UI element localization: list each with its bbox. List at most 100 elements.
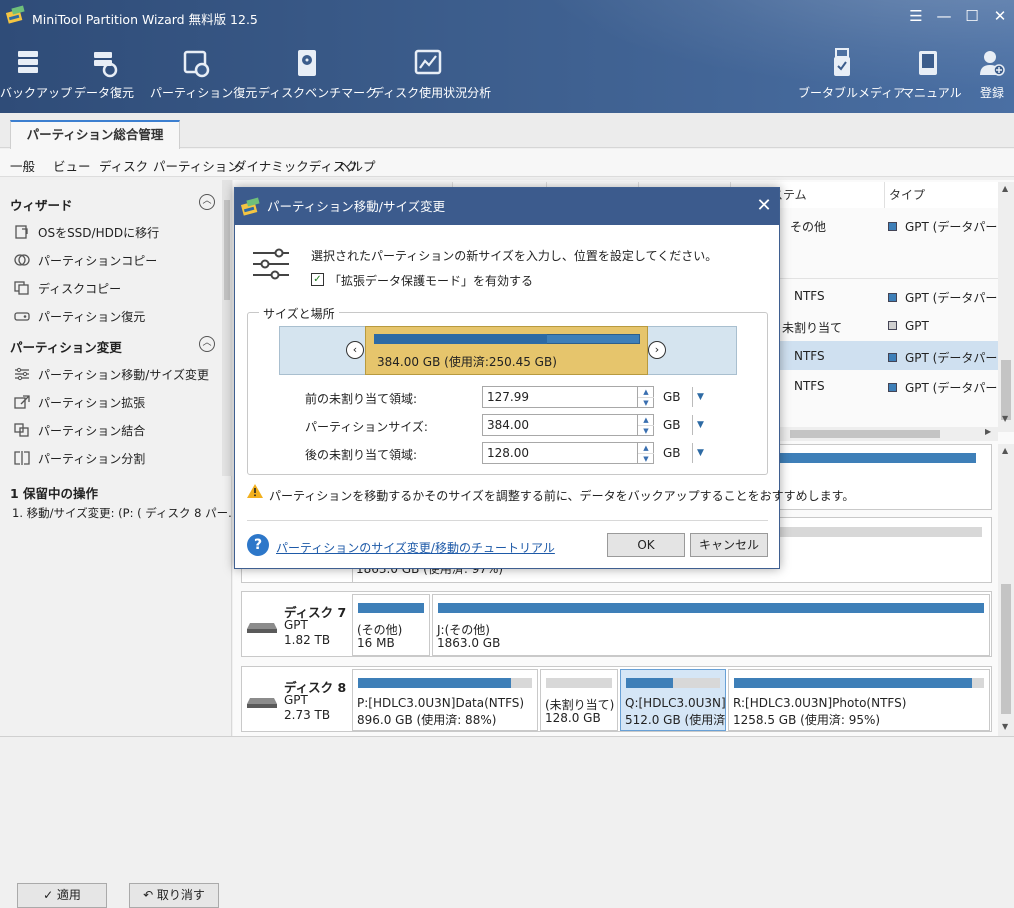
- after-unallocated-stepper[interactable]: ▲ ▼: [638, 442, 654, 464]
- undo-button[interactable]: ↶ 取り消す: [129, 883, 219, 908]
- sidebar-wizard-heading: ウィザード: [10, 198, 73, 213]
- partition-size-used-label: 384.00 GB (使用済:250.45 GB): [377, 355, 557, 369]
- toolbar-data-recovery-button[interactable]: データ復元: [73, 48, 135, 110]
- table-horizontal-scrollbar[interactable]: ▶: [780, 427, 998, 441]
- partition-size: 512.0 GB (使用済: 4: [625, 713, 726, 727]
- app-logo-icon: [6, 5, 25, 24]
- minimize-icon[interactable]: —: [934, 6, 954, 26]
- tab-partition-management[interactable]: パーティション総合管理: [10, 120, 180, 149]
- partition-size-stepper[interactable]: ▲ ▼: [638, 414, 654, 436]
- partition-block[interactable]: P:[HDLC3.0U3N]Data(NTFS) 896.0 GB (使用済: …: [352, 669, 538, 731]
- help-icon[interactable]: ?: [247, 534, 269, 556]
- pending-operation-item[interactable]: 1. 移動/サイズ変更: (P: ( ディスク 8 パー...: [12, 505, 239, 521]
- toolbar-bootable-media-button[interactable]: ブータブルメディア: [798, 48, 905, 110]
- disk-row-disk7[interactable]: ディスク 7 GPT 1.82 TB (その他) 16 MB J:(その他) 1…: [241, 591, 992, 657]
- before-unallocated-input[interactable]: 127.99: [482, 386, 638, 408]
- disk-icon: [247, 698, 277, 708]
- type-swatch: [888, 293, 897, 302]
- protection-mode-label[interactable]: 「拡張データ保護モード」を有効する: [329, 272, 533, 289]
- table-row-type[interactable]: GPT (データパーティ: [888, 218, 1014, 235]
- split-partition-icon: [14, 451, 30, 465]
- table-vertical-scrollbar[interactable]: ▲ ▼: [998, 182, 1014, 432]
- partition-block[interactable]: (その他) 16 MB: [352, 594, 430, 656]
- menu-partition[interactable]: パーティション: [153, 156, 240, 175]
- table-row-type[interactable]: GPT: [888, 319, 929, 333]
- sidebar-scrollbar[interactable]: [222, 180, 232, 476]
- table-row-type[interactable]: GPT (データパーティ: [888, 349, 1014, 366]
- toolbar-manual-button[interactable]: マニュアル: [902, 48, 962, 110]
- before-unallocated-label: 前の未割り当て領域:: [305, 392, 418, 406]
- disk-type: GPT: [284, 693, 308, 707]
- resize-right-handle-icon[interactable]: ›: [648, 341, 666, 359]
- before-unit-dropdown-icon[interactable]: ▼: [697, 392, 704, 402]
- sidebar-item-split[interactable]: パーティション分割: [14, 450, 145, 467]
- protection-mode-checkbox[interactable]: ✓: [311, 273, 324, 286]
- partition-block[interactable]: R:[HDLC3.0U3N]Photo(NTFS) 1258.5 GB (使用済…: [728, 669, 990, 731]
- space-analyzer-icon: [414, 49, 442, 75]
- partition-used-bar: [374, 334, 547, 344]
- partition-block-selected[interactable]: Q:[HDLC3.0U3N]D 512.0 GB (使用済: 4: [620, 669, 726, 731]
- apply-button[interactable]: ✓ 適用: [17, 883, 107, 908]
- size-unit-label: GB: [663, 418, 681, 432]
- column-header-type[interactable]: タイプ: [884, 182, 998, 208]
- collapse-wizard-icon[interactable]: ︿: [199, 194, 215, 210]
- toolbar-disk-benchmark-button[interactable]: ディスクベンチマーク: [258, 48, 377, 110]
- cancel-button[interactable]: キャンセル: [690, 533, 768, 557]
- sidebar-item-copy-partition[interactable]: パーティションコピー: [14, 252, 157, 269]
- menu-help[interactable]: ヘルプ: [338, 156, 376, 175]
- partition-size: 128.0 GB: [545, 711, 601, 725]
- migrate-os-icon: [15, 225, 28, 239]
- disk-map-scrollbar[interactable]: ▲ ▼: [998, 444, 1014, 736]
- after-unit-dropdown-icon[interactable]: ▼: [697, 448, 704, 458]
- collapse-change-icon[interactable]: ︿: [199, 336, 215, 352]
- table-row-type[interactable]: GPT (データパーティ: [888, 289, 1014, 306]
- resize-left-handle-icon[interactable]: ‹: [346, 341, 364, 359]
- status-bar: [0, 736, 1014, 762]
- menu-icon[interactable]: ☰: [906, 6, 926, 26]
- size-location-label: サイズと場所: [259, 305, 339, 322]
- partition-size: 16 MB: [357, 636, 395, 650]
- before-unallocated-stepper[interactable]: ▲ ▼: [638, 386, 654, 408]
- partition-label: Q:[HDLC3.0U3N]D: [625, 696, 726, 710]
- toolbar-register-button[interactable]: 登録: [972, 48, 1012, 110]
- sidebar-item-extend[interactable]: パーティション拡張: [14, 394, 145, 411]
- menu-general[interactable]: 一般: [10, 156, 35, 175]
- after-unit-label: GB: [663, 446, 681, 460]
- tutorial-link[interactable]: パーティションのサイズ変更/移動のチュートリアル: [276, 539, 555, 556]
- toolbar-space-analyzer-button[interactable]: ディスク使用状況分析: [372, 48, 491, 110]
- partition-size-label: パーティションサイズ:: [305, 420, 428, 434]
- table-row-fs: NTFS: [794, 349, 825, 363]
- size-unit-dropdown-icon[interactable]: ▼: [697, 420, 704, 430]
- partition-recovery-icon: [183, 50, 210, 78]
- after-unallocated-input[interactable]: 128.00: [482, 442, 638, 464]
- maximize-icon[interactable]: ☐: [962, 6, 982, 26]
- toolbar-partition-recovery-button[interactable]: パーティション復元: [150, 48, 257, 110]
- move-resize-icon: [15, 367, 29, 381]
- type-swatch: [888, 222, 897, 231]
- sidebar-item-migrate-os[interactable]: OSをSSD/HDDに移行: [14, 224, 159, 241]
- partition-block[interactable]: J:(その他) 1863.0 GB: [432, 594, 990, 656]
- dialog-instruction: 選択されたパーティションの新サイズを入力し、位置を設定してください。: [311, 249, 718, 263]
- sidebar-item-partition-recovery[interactable]: パーティション復元: [14, 308, 145, 325]
- disk-row-disk8[interactable]: ディスク 8 GPT 2.73 TB P:[HDLC3.0U3N]Data(NT…: [241, 666, 992, 732]
- menu-disk[interactable]: ディスク: [99, 156, 148, 175]
- backup-icon: [18, 51, 38, 73]
- disk-benchmark-icon: [298, 50, 316, 76]
- ok-button[interactable]: OK: [607, 533, 685, 557]
- sidebar-item-merge[interactable]: パーティション結合: [14, 422, 145, 439]
- toolbar-backup-button[interactable]: バックアップ: [0, 48, 72, 110]
- menu-view[interactable]: ビュー: [53, 156, 91, 175]
- partition-size-input[interactable]: 384.00: [482, 414, 638, 436]
- disk-size: 1.82 TB: [284, 633, 331, 647]
- table-row-fs: その他: [790, 220, 827, 234]
- copy-partition-icon: [14, 254, 30, 266]
- dialog-title: パーティション移動/サイズ変更: [235, 188, 779, 225]
- table-row-type[interactable]: GPT (データパーティ: [888, 379, 1014, 396]
- dialog-close-icon[interactable]: ✕: [754, 196, 774, 216]
- close-window-icon[interactable]: ✕: [990, 6, 1010, 26]
- sidebar-change-heading: パーティション変更: [10, 340, 122, 355]
- sidebar-item-copy-disk[interactable]: ディスクコピー: [14, 280, 121, 297]
- sidebar-item-move-resize[interactable]: パーティション移動/サイズ変更: [14, 366, 209, 383]
- app-logo-icon: [241, 197, 260, 216]
- partition-block[interactable]: (未割り当て) 128.0 GB: [540, 669, 618, 731]
